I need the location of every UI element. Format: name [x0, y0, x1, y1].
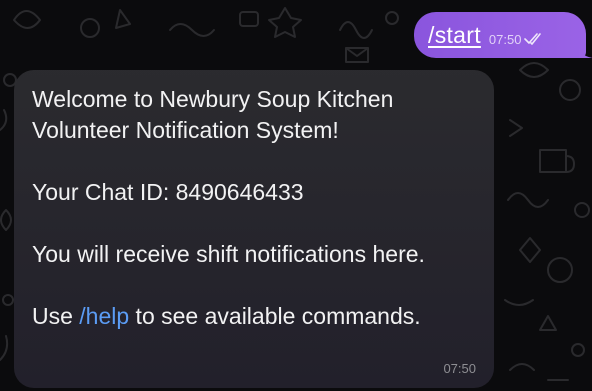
help-suffix-text: to see available commands.: [129, 303, 421, 329]
outgoing-message-text[interactable]: /start: [428, 22, 481, 49]
message-line-system: Volunteer Notification System!: [32, 117, 339, 143]
message-line-chat-id: Your Chat ID: 8490646433: [32, 179, 304, 205]
help-command-link[interactable]: /help: [79, 303, 129, 329]
incoming-message-bubble[interactable]: Welcome to Newbury Soup Kitchen Voluntee…: [14, 70, 494, 388]
message-line-help: Use /help to see available commands.: [32, 301, 478, 332]
chat-view: /start 07:50 Welcome to Newbury Soup Kit…: [0, 0, 592, 391]
outgoing-message-time: 07:50: [488, 31, 522, 47]
outgoing-message-meta: 07:50: [489, 32, 545, 47]
outgoing-message-bubble[interactable]: /start 07:50: [414, 12, 592, 58]
message-line-notifications: You will receive shift notifications her…: [32, 241, 425, 267]
help-prefix-text: Use: [32, 303, 80, 329]
message-line-welcome: Welcome to Newbury Soup Kitchen: [32, 86, 394, 112]
incoming-message-time: 07:50: [443, 361, 476, 376]
outgoing-bubble-tail: [579, 44, 592, 58]
double-check-icon: [524, 33, 542, 45]
